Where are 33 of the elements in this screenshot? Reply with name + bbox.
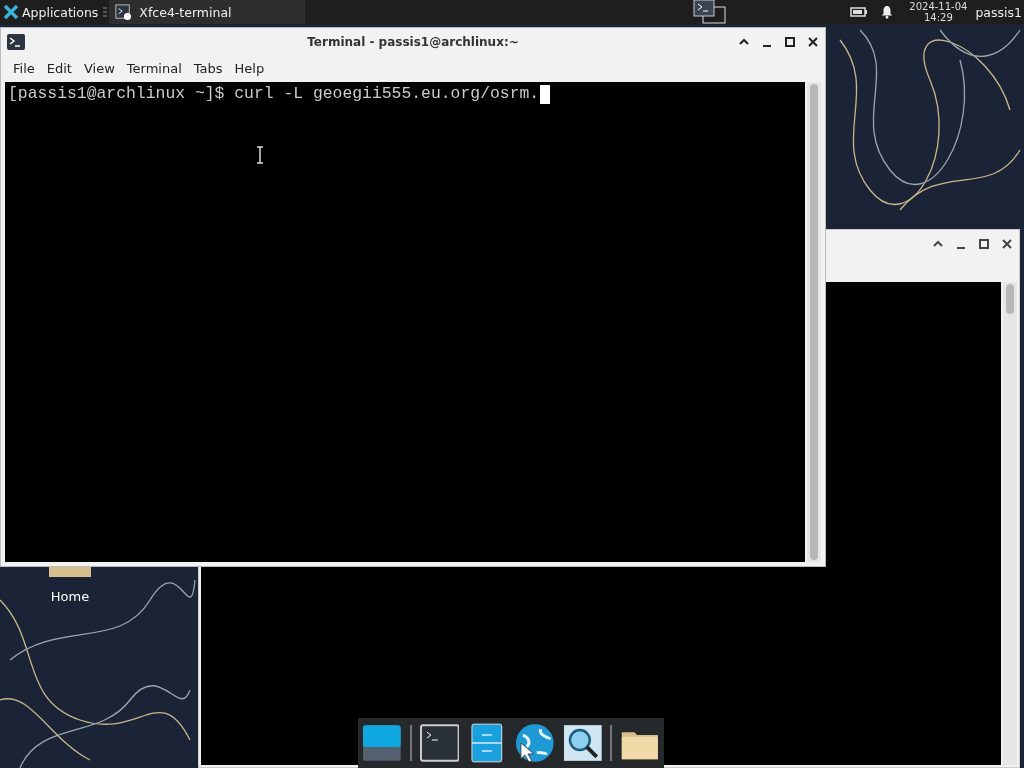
magnifier-icon[interactable] <box>562 723 603 763</box>
battery-icon[interactable] <box>850 5 869 19</box>
globe-icon[interactable] <box>515 723 555 763</box>
menu-item[interactable]: View <box>77 60 121 76</box>
user-menu[interactable]: passis1 <box>975 4 1024 20</box>
menu-item[interactable]: Edit <box>40 60 78 76</box>
terminal-icon[interactable] <box>419 723 460 763</box>
menu-item[interactable]: Terminal <box>120 60 188 76</box>
clock-time: 14:29 <box>923 12 953 23</box>
taskbar-button[interactable]: Xfce4-terminal <box>109 0 306 24</box>
applications-menu[interactable]: Applications <box>0 0 102 24</box>
desktop-icon-label[interactable]: Home <box>50 589 90 604</box>
desktop-icon[interactable] <box>362 723 402 763</box>
close-icon[interactable] <box>1001 238 1013 250</box>
cross-logo-icon <box>3 4 19 20</box>
terminal-line: [passis1@archlinux ~]$ curl -L geoegii555.eu.org/osrm. <box>8 84 540 104</box>
text-cursor <box>540 84 551 104</box>
maximize-icon[interactable] <box>784 36 796 48</box>
terminal-icon <box>7 34 25 50</box>
drag-handle-icon <box>103 7 108 17</box>
close-icon[interactable] <box>807 36 819 48</box>
clock[interactable]: 2024-11-04 14:29 <box>909 1 968 23</box>
menu-item[interactable]: File <box>7 60 41 76</box>
terminal-icon <box>115 4 132 20</box>
scrollbar-thumb[interactable] <box>1006 284 1014 314</box>
maximize-icon[interactable] <box>978 238 990 250</box>
i-beam-cursor-icon <box>255 146 265 164</box>
menu-item[interactable]: Help <box>228 60 271 76</box>
clock-date: 2024-11-04 <box>909 1 968 12</box>
menu-item[interactable]: Tabs <box>187 60 229 76</box>
terminal-area[interactable]: [passis1@archlinux ~]$ curl -L geoegii555.eu.org/osrm. <box>5 82 805 562</box>
window-title: Terminal - passis1@archlinux:~ <box>307 35 519 49</box>
scrollbar[interactable] <box>1003 282 1017 765</box>
